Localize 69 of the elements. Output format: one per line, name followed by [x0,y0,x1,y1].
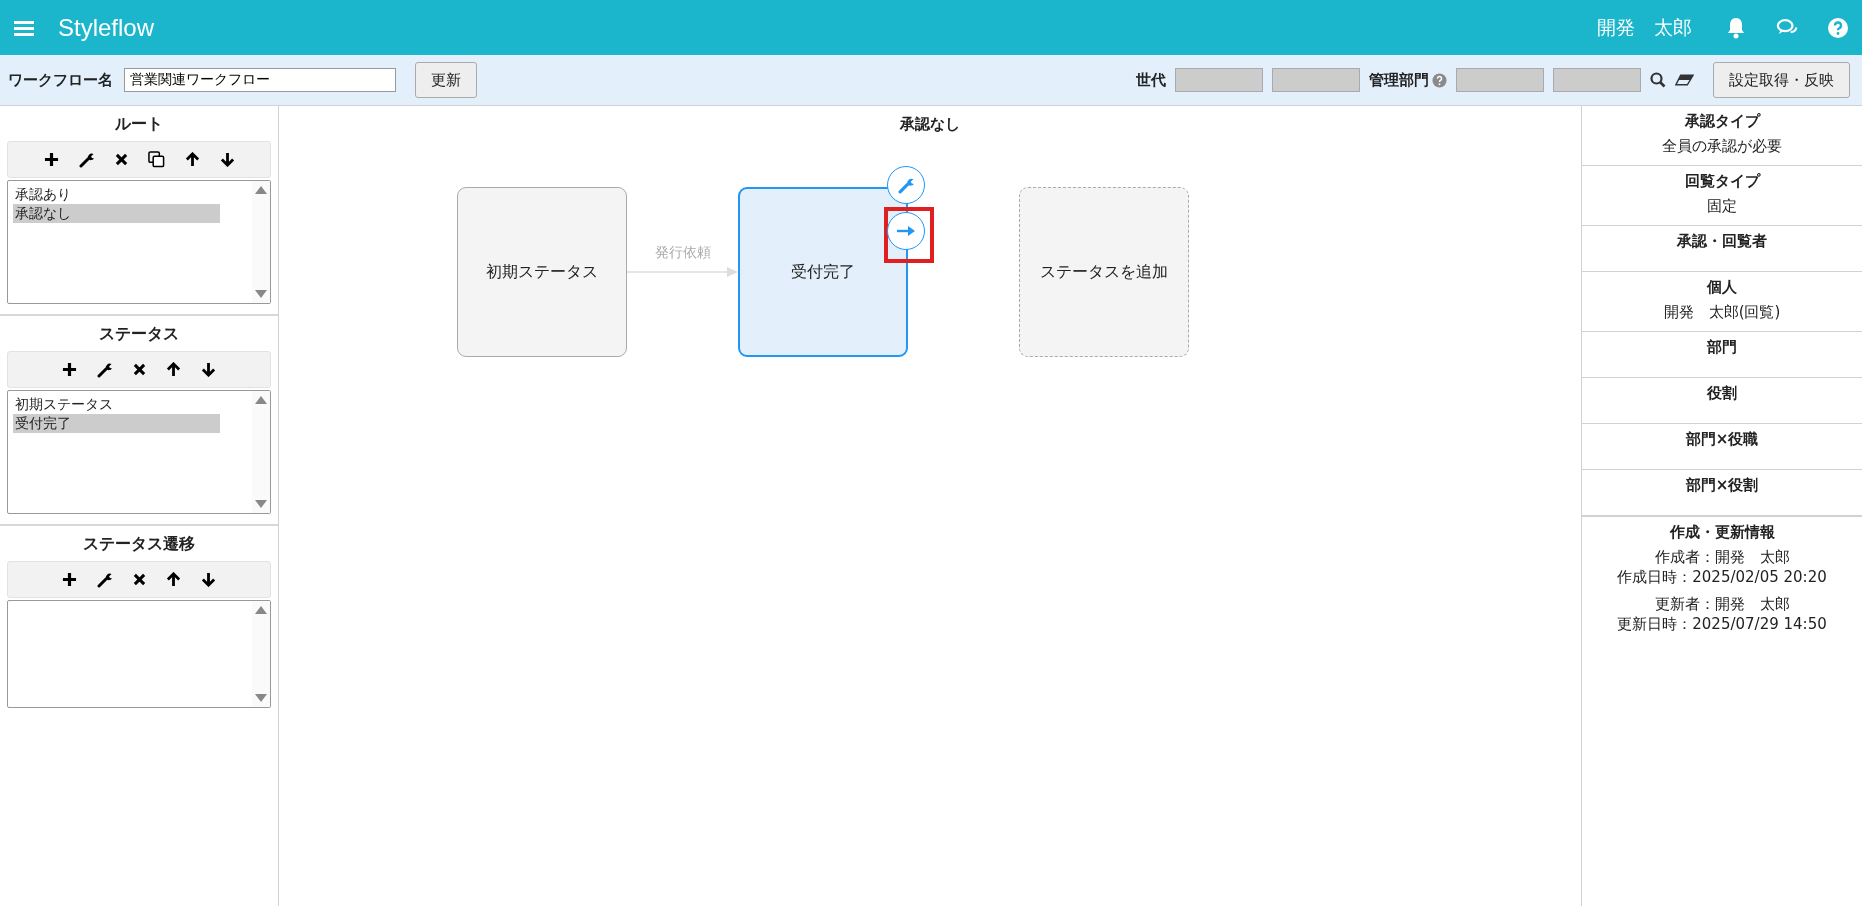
arrow-down-icon[interactable] [219,152,235,167]
close-icon[interactable] [133,363,146,376]
wrench-icon[interactable] [97,571,113,588]
scroll-down-icon[interactable] [255,500,267,508]
section-title: ステータス [98,323,180,345]
scroll-down-icon[interactable] [255,694,267,702]
route-title: 承認なし [899,114,961,134]
list-item[interactable]: 承認なし [13,204,220,223]
detail-heading: 部門×役職 [1684,430,1760,449]
scrollbar[interactable] [252,181,270,303]
workflow-name-field[interactable]: 営業関連ワークフロー [124,68,396,92]
detail-heading: 部門 [1706,338,1738,357]
arrow-down-icon[interactable] [201,362,216,377]
menu-icon[interactable] [14,19,34,36]
transition-label: 発行依頼 [653,244,712,262]
detail-value: 作成者：開発 太郎 [1653,547,1791,567]
arrow-right-icon [897,225,915,237]
department-label: 管理部門 [1369,70,1429,90]
detail-heading: 承認タイプ [1683,112,1762,131]
plus-icon[interactable] [43,152,59,167]
help-icon[interactable] [1432,72,1447,88]
help-icon[interactable] [1828,17,1848,38]
scrollbar[interactable] [252,391,270,513]
section-title: ステータス遷移 [82,533,196,555]
scrollbar[interactable] [252,601,270,707]
arrow-down-icon[interactable] [201,572,216,587]
wrench-icon [897,176,915,194]
detail-value: 作成日時：2025/02/05 20:20 [1616,567,1828,587]
scroll-up-icon[interactable] [255,186,267,194]
status-node[interactable]: 初期ステータス [457,187,627,357]
arrow-up-icon[interactable] [166,362,181,377]
generation-label: 世代 [1136,70,1166,90]
status-node[interactable]: 受付完了 [738,187,908,357]
detail-heading: 承認・回覧者 [1676,232,1768,251]
scroll-up-icon[interactable] [255,606,267,614]
bell-icon[interactable] [1726,16,1746,39]
update-button[interactable]: 更新 [415,62,477,98]
list-item[interactable]: 受付完了 [13,414,220,433]
close-icon[interactable] [114,153,128,166]
plus-icon[interactable] [62,572,77,587]
scroll-up-icon[interactable] [255,396,267,404]
detail-heading: 回覧タイプ [1683,172,1762,191]
detail-heading: 個人 [1705,278,1738,297]
apply-settings-button[interactable]: 設定取得・反映 [1713,62,1850,98]
arrow-up-icon[interactable] [166,572,181,587]
detail-value: 全員の承認が必要 [1661,136,1783,156]
detail-heading: 役割 [1706,384,1738,403]
highlight-frame [884,207,934,263]
detail-value: 固定 [1706,196,1738,216]
detail-value: 更新日時：2025/07/29 14:50 [1616,614,1828,634]
section-title: ルート [114,113,164,135]
scroll-down-icon[interactable] [255,290,267,298]
detail-value: 更新者：開発 太郎 [1653,594,1791,614]
detail-value: 開発 太郎(回覧) [1662,302,1782,322]
arrow-up-icon[interactable] [184,152,200,167]
wrench-icon[interactable] [97,361,113,378]
detail-heading: 作成・更新情報 [1668,523,1776,542]
detail-heading: 部門×役割 [1684,476,1760,495]
close-icon[interactable] [133,573,146,586]
plus-icon[interactable] [62,362,77,377]
list-item[interactable]: 承認あり [13,185,220,204]
edit-node-button[interactable] [887,166,925,204]
wrench-icon[interactable] [78,151,95,168]
search-icon[interactable] [1650,72,1666,88]
workflow-name-label: ワークフロー名 [8,70,113,90]
eraser-icon[interactable] [1675,74,1694,86]
list-item[interactable]: 初期ステータス [13,395,220,414]
copy-icon[interactable] [147,151,165,168]
add-status-node[interactable]: ステータスを追加 [1019,187,1189,357]
